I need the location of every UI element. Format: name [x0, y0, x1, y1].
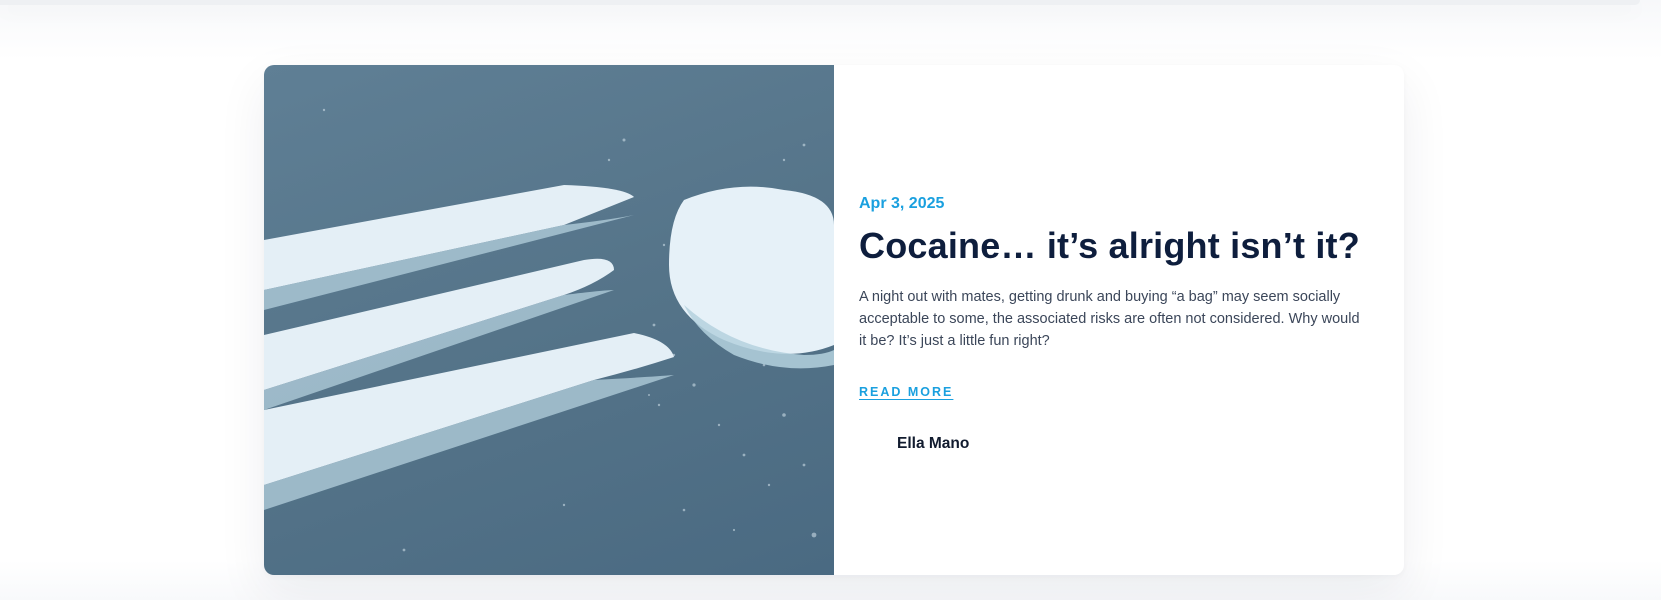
- post-title[interactable]: Cocaine… it’s alright isn’t it?: [859, 224, 1364, 268]
- post-author: Ella Mano: [859, 429, 1364, 459]
- powder-lines-image-icon: [264, 108, 834, 552]
- post-excerpt: A night out with mates, getting drunk an…: [859, 289, 1360, 349]
- author-avatar: [859, 429, 889, 459]
- blog-post-card: Apr 3, 2025 Cocaine… it’s alright isn’t …: [264, 65, 1404, 575]
- author-name[interactable]: Ella Mano: [897, 435, 969, 453]
- post-date: Apr 3, 2025: [859, 195, 945, 212]
- top-header-bar: [0, 0, 1640, 5]
- featured-image[interactable]: [264, 65, 834, 575]
- post-content: Apr 3, 2025 Cocaine… it’s alright isn’t …: [834, 65, 1404, 575]
- read-more-link[interactable]: READ MORE: [859, 385, 953, 399]
- page: Apr 3, 2025 Cocaine… it’s alright isn’t …: [0, 0, 1661, 600]
